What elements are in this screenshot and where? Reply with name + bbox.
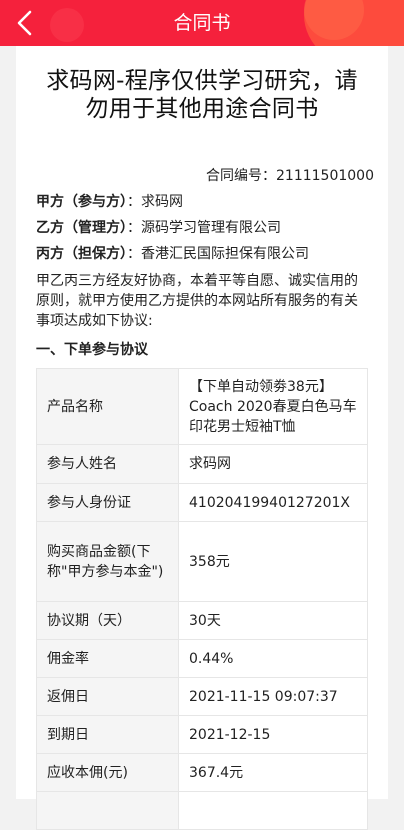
row-label bbox=[36, 791, 179, 830]
table-row: 参与人身份证 41020419940127201X bbox=[36, 483, 368, 522]
party-b: 乙方（管理方）：源码学习管理有限公司 bbox=[36, 220, 368, 237]
contract-document: 求码网-程序仅供学习研究，请勿用于其他用途合同书 合同编号：2111150100… bbox=[16, 46, 388, 830]
table-row: 到期日 2021-12-15 bbox=[36, 715, 368, 754]
table-row bbox=[36, 791, 368, 830]
party-label: 甲方（参与方） bbox=[36, 194, 127, 210]
contract-number: 合同编号：21111501000 bbox=[36, 165, 374, 185]
row-value: 2021-12-15 bbox=[178, 715, 368, 754]
party-separator: ： bbox=[127, 246, 141, 262]
row-value bbox=[178, 791, 368, 830]
row-label: 返佣日 bbox=[36, 677, 179, 716]
agreement-intro: 甲乙丙三方经友好协商，本着平等自愿、诚实信用的原则，就甲方使用乙方提供的本网站所… bbox=[36, 273, 358, 329]
party-value: 香港汇民国际担保有限公司 bbox=[141, 246, 309, 262]
row-value: 41020419940127201X bbox=[178, 483, 368, 522]
party-c: 丙方（担保方）：香港汇民国际担保有限公司 bbox=[36, 246, 368, 263]
document-title: 求码网-程序仅供学习研究，请勿用于其他用途合同书 bbox=[46, 68, 358, 122]
party-value: 源码学习管理有限公司 bbox=[141, 220, 281, 236]
table-row: 参与人姓名 求码网 bbox=[36, 444, 368, 484]
row-label: 应收本佣(元) bbox=[36, 753, 179, 792]
row-value: 367.4元 bbox=[178, 753, 368, 792]
party-separator: ： bbox=[127, 194, 141, 210]
row-value: 30天 bbox=[178, 601, 368, 640]
table-row: 应收本佣(元) 367.4元 bbox=[36, 753, 368, 792]
row-label: 购买商品金额(下称"甲方参与本金") bbox=[36, 521, 179, 602]
row-value: 358元 bbox=[178, 521, 368, 602]
section-title: 一、下单参与协议 bbox=[36, 342, 148, 358]
party-label: 丙方（担保方） bbox=[36, 246, 127, 262]
party-separator: ： bbox=[127, 220, 141, 236]
table-row: 返佣日 2021-11-15 09:07:37 bbox=[36, 677, 368, 716]
party-value: 求码网 bbox=[141, 194, 183, 210]
party-a: 甲方（参与方）：求码网 bbox=[36, 194, 368, 211]
row-label: 产品名称 bbox=[36, 368, 179, 445]
top-bar: 合同书 bbox=[0, 0, 404, 46]
row-label: 协议期（天） bbox=[36, 601, 179, 640]
row-value: 0.44% bbox=[178, 639, 368, 678]
row-value: 【下单自动领劵38元】Coach 2020春夏白色马车印花男士短袖T恤 bbox=[178, 368, 368, 445]
row-value: 2021-11-15 09:07:37 bbox=[178, 677, 368, 716]
table-row: 产品名称 【下单自动领劵38元】Coach 2020春夏白色马车印花男士短袖T恤 bbox=[36, 368, 368, 445]
row-value: 求码网 bbox=[178, 444, 368, 484]
contract-number-label: 合同编号： bbox=[206, 168, 277, 184]
row-label: 到期日 bbox=[36, 715, 179, 754]
order-agreement-table: 产品名称 【下单自动领劵38元】Coach 2020春夏白色马车印花男士短袖T恤… bbox=[36, 368, 368, 830]
table-row: 购买商品金额(下称"甲方参与本金") 358元 bbox=[36, 521, 368, 602]
table-row: 协议期（天） 30天 bbox=[36, 601, 368, 640]
party-label: 乙方（管理方） bbox=[36, 220, 127, 236]
row-label: 佣金率 bbox=[36, 639, 179, 678]
row-label: 参与人姓名 bbox=[36, 444, 179, 484]
page-title: 合同书 bbox=[173, 12, 231, 34]
contract-number-value: 21111501000 bbox=[276, 168, 374, 184]
table-row: 佣金率 0.44% bbox=[36, 639, 368, 678]
row-label: 参与人身份证 bbox=[36, 483, 179, 522]
